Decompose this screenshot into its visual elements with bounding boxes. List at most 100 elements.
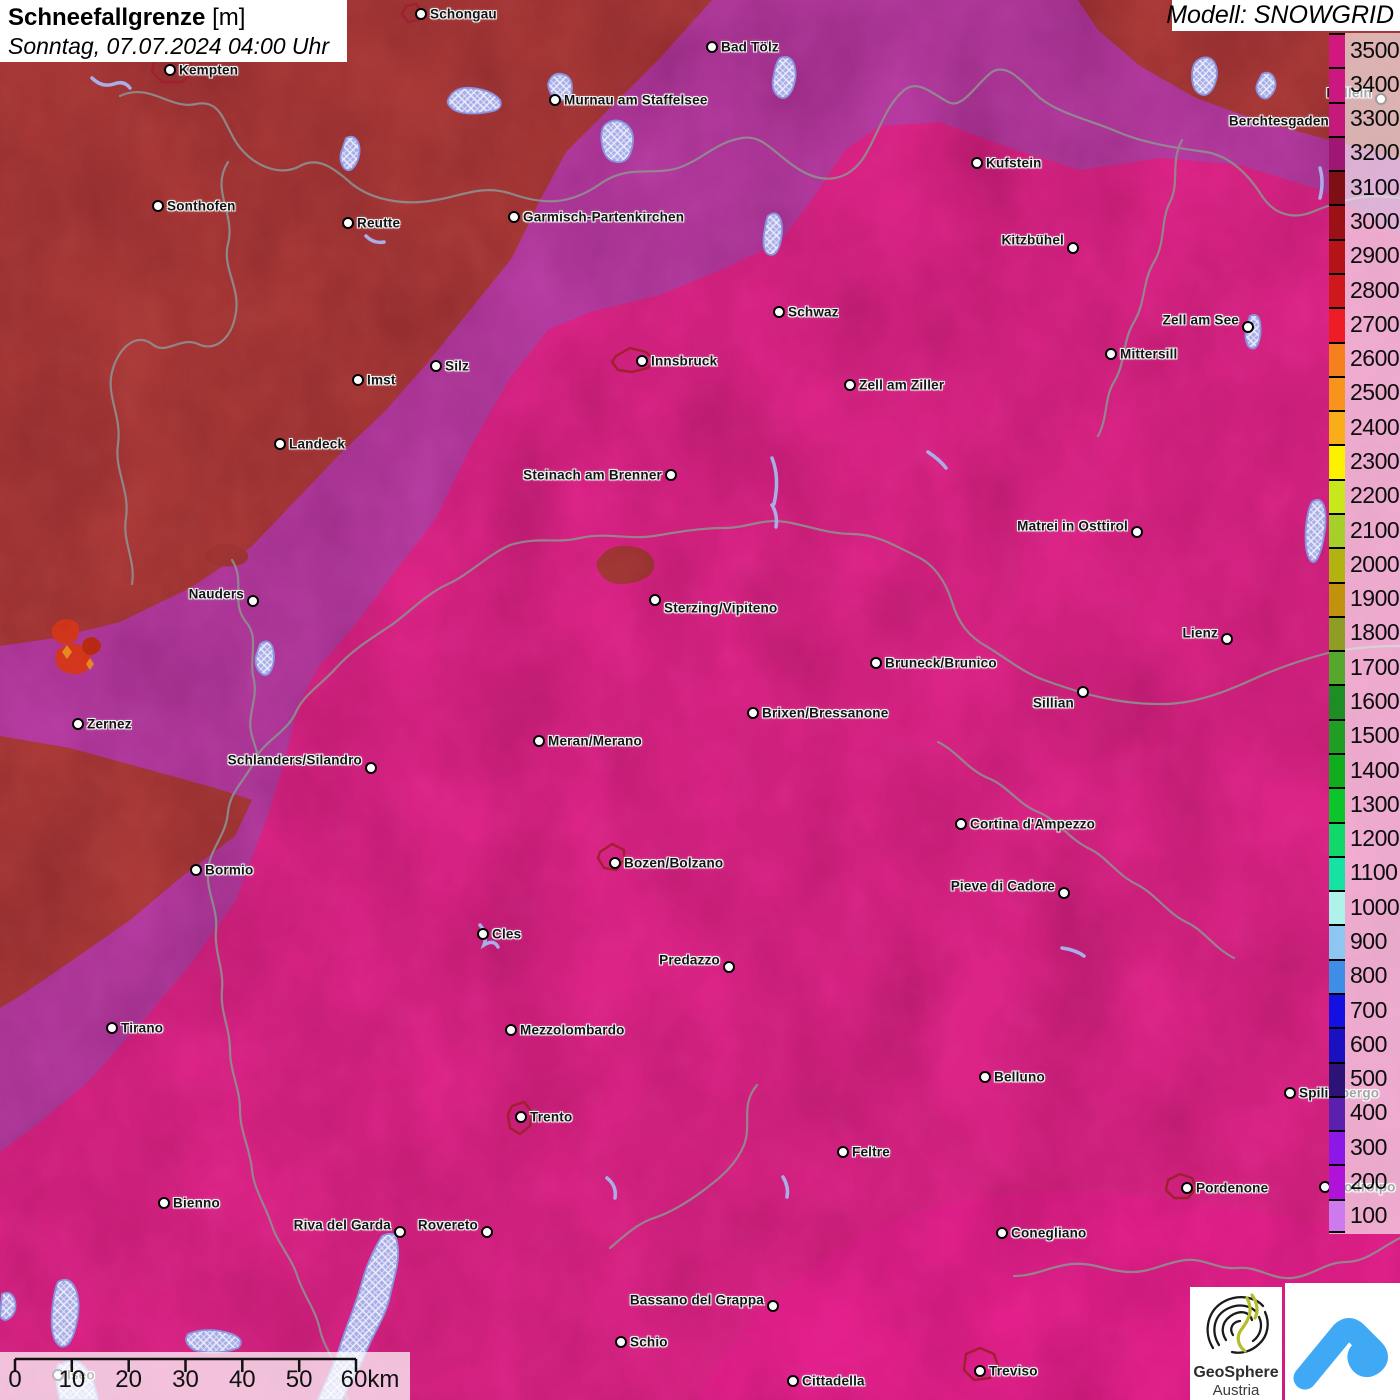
city-dot: [1284, 1087, 1296, 1099]
colorbar-segment: [1329, 67, 1345, 102]
city-dot: [870, 657, 882, 669]
colorbar-segment: [1329, 855, 1345, 891]
city-label: Kufstein: [986, 155, 1042, 171]
city-label: Steinach am Brenner: [523, 467, 662, 483]
colorbar-segment: [1329, 684, 1345, 719]
city-label: Mittersill: [1120, 346, 1178, 362]
city-dot: [533, 735, 545, 747]
scale-label: 40: [228, 1366, 256, 1393]
city-label: Lienz: [1182, 625, 1218, 641]
geosphere-wordmark: GeoSphere: [1193, 1364, 1279, 1381]
weather-map-screenshot: Schongau Bad Tölz Kempten Murnau am Staffel…: [0, 0, 1400, 1400]
colorbar-segment: [1329, 547, 1345, 582]
city-label: Pordenone: [1196, 1180, 1269, 1196]
colorbar-segment: [1329, 273, 1345, 308]
city-dot: [515, 1111, 527, 1123]
city-label: Landeck: [289, 436, 346, 452]
colorbar-tick-label: 1300: [1350, 790, 1400, 817]
city-label: Murnau am Staffelsee: [564, 92, 708, 108]
city-label: Sonthofen: [167, 198, 236, 214]
city-label: Kempten: [179, 62, 239, 78]
city-label: Riva del Garda: [293, 1217, 391, 1233]
city-dot: [767, 1300, 779, 1312]
city-dot: [1181, 1182, 1193, 1194]
geosphere-swirl-icon: [1206, 1293, 1269, 1354]
colorbar-segment: [1329, 410, 1345, 445]
model-label: Modell: SNOWGRID: [1166, 1, 1394, 29]
city-dot: [274, 438, 286, 450]
city-label: Cittadella: [802, 1373, 865, 1389]
colorbar-tick-label: 700: [1350, 996, 1387, 1023]
map-title: Schneefallgrenze [m]: [8, 4, 347, 32]
city-dot: [723, 961, 735, 973]
geosphere-logo-box: GeoSphere Austria: [1190, 1287, 1282, 1400]
colorbar-segment: [1329, 1130, 1345, 1165]
colorbar-segment: [1329, 650, 1345, 685]
colorbar-tick-label: 1100: [1350, 859, 1398, 886]
colorbar-tick-label: 800: [1350, 962, 1387, 989]
city-label: Matrei in Osttirol: [1017, 518, 1128, 534]
scale-label: 10: [58, 1366, 86, 1393]
colorbar-segment: [1329, 170, 1345, 205]
colorbar-tick-label: 2500: [1350, 379, 1400, 406]
colorbar-tick-label: 1600: [1350, 688, 1400, 715]
city-label: Sterzing/Vipiteno: [664, 600, 778, 616]
colorbar-tick-label: 3400: [1350, 70, 1400, 97]
city-dot: [1058, 887, 1070, 899]
colorbar-tick-label: 3500: [1350, 36, 1400, 63]
city-dot: [352, 374, 364, 386]
city-dot: [415, 8, 427, 20]
colorbar-tick-label: 900: [1350, 928, 1387, 955]
city-label: Brixen/Bressanone: [762, 705, 889, 721]
city-dot: [649, 594, 661, 606]
map-title-box: Schneefallgrenze [m] Sonntag, 07.07.2024…: [0, 0, 347, 62]
title-unit: [m]: [212, 4, 246, 31]
city-label: Berchtesgaden: [1228, 113, 1329, 129]
colorbar-segment: [1329, 1198, 1345, 1233]
city-label: Bruneck/Brunico: [885, 655, 997, 671]
colorbar-segment: [1329, 993, 1345, 1028]
colorbar-tick-label: 2000: [1350, 550, 1400, 577]
city-dot: [955, 818, 967, 830]
city-label: Sillian: [1032, 695, 1074, 711]
city-dot: [430, 360, 442, 372]
city-dot: [477, 928, 489, 940]
city-label: Cles: [492, 926, 522, 942]
city-dot: [706, 41, 718, 53]
city-label: Imst: [367, 372, 396, 388]
colorbar-tick-label: 400: [1350, 1099, 1387, 1126]
city-dot: [1077, 686, 1089, 698]
colorbar-segment: [1329, 1164, 1345, 1199]
colorbar-tick-label: 3100: [1350, 173, 1400, 200]
city-dot: [996, 1227, 1008, 1239]
scale-label: 30: [172, 1366, 199, 1393]
colorbar-segment: [1329, 1095, 1345, 1131]
city-dot: [190, 864, 202, 876]
colorbar-segment: [1329, 375, 1345, 411]
city-layer: Schongau Bad Tölz Kempten Murnau am Staffel…: [0, 0, 1400, 1400]
city-label: Zell am See: [1162, 312, 1239, 328]
colorbar-tick-label: 500: [1350, 1065, 1387, 1092]
avalanche-report-logo-box: [1285, 1283, 1400, 1400]
city-dot: [164, 64, 176, 76]
colorbar-segment: [1329, 135, 1345, 171]
city-label: Cortina d'Ampezzo: [970, 816, 1096, 832]
colorbar-tick-label: 1800: [1350, 619, 1400, 646]
city-label: Schio: [630, 1334, 668, 1350]
city-label: Conegliano: [1011, 1225, 1087, 1241]
city-dot: [1067, 242, 1079, 254]
colorbar-segment: [1329, 204, 1345, 239]
city-label: Bormio: [205, 862, 254, 878]
colorbar-tick-label: 2800: [1350, 276, 1400, 303]
colorbar-segment: [1329, 958, 1345, 993]
city-dot: [505, 1024, 517, 1036]
colorbar-tick-label: 300: [1350, 1133, 1387, 1160]
colorbar-tick-label: 1400: [1350, 756, 1400, 783]
city-label: Zell am Ziller: [859, 377, 945, 393]
colorbar-tick-label: 600: [1350, 1030, 1387, 1057]
colorbar-segment: [1329, 753, 1345, 788]
city-label: Mezzolombardo: [520, 1022, 625, 1038]
city-dot: [615, 1336, 627, 1348]
city-label: Reutte: [357, 215, 401, 231]
city-dot: [747, 707, 759, 719]
